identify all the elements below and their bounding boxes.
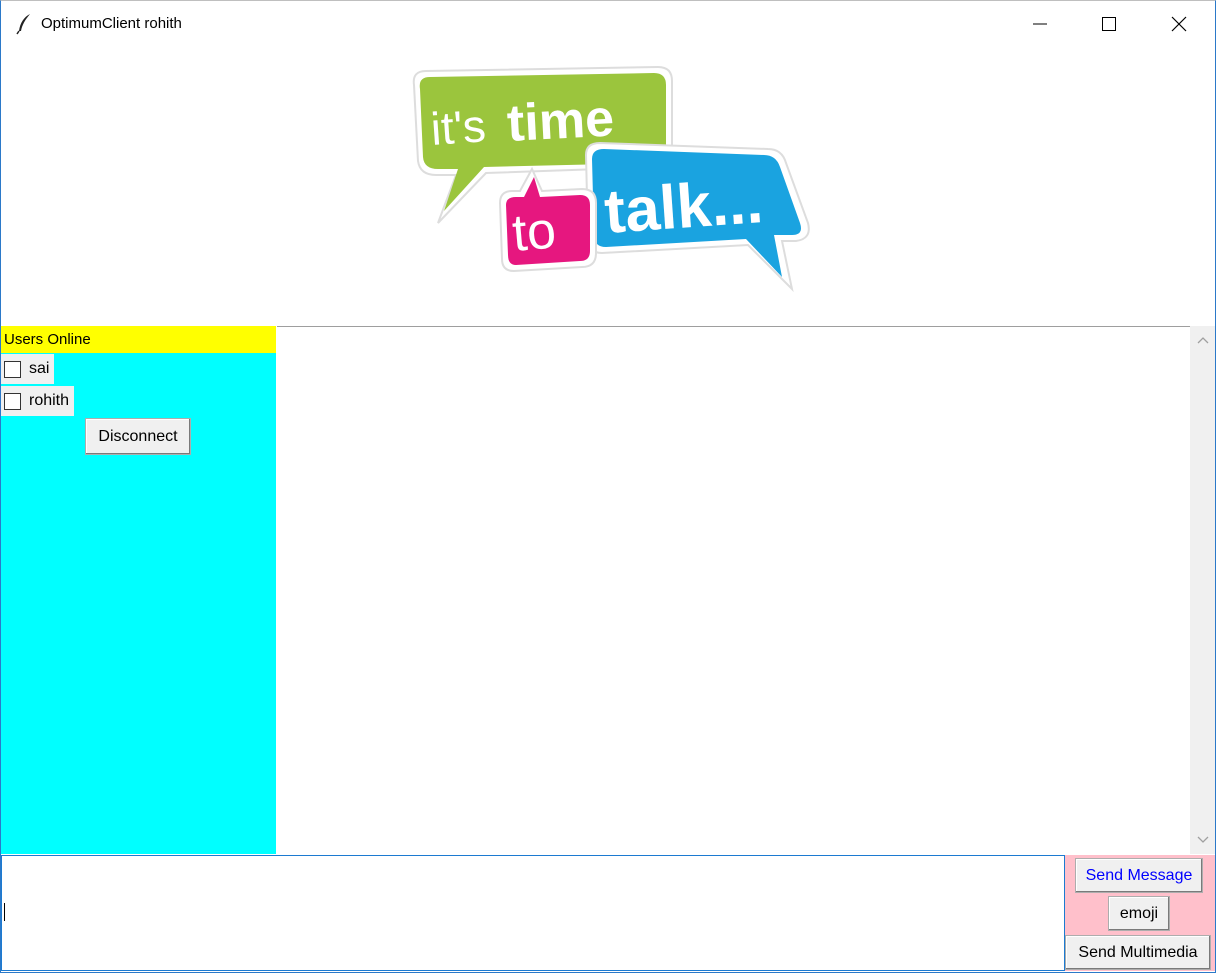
its-time-to-talk-logo: it's time talk... to [396, 63, 816, 298]
scroll-down-button[interactable] [1190, 830, 1215, 850]
chat-scrollbar[interactable] [1190, 326, 1215, 854]
user-checkbox[interactable] [4, 392, 21, 410]
scroll-up-button[interactable] [1190, 330, 1215, 350]
users-online-panel: Users Online sai rohith Disconnect [1, 326, 276, 854]
title-bar[interactable]: OptimumClient rohith [1, 1, 1215, 48]
maximize-button[interactable] [1075, 1, 1143, 47]
send-message-button[interactable]: Send Message [1075, 858, 1203, 893]
user-item-sai[interactable]: sai [1, 354, 55, 384]
logo-text-to: to [510, 201, 558, 263]
close-button[interactable] [1145, 1, 1213, 47]
logo-text-talk: talk... [602, 167, 765, 247]
user-label: rohith [29, 392, 70, 409]
user-item-rohith[interactable]: rohith [1, 386, 75, 416]
chat-message-area[interactable] [277, 326, 1191, 854]
maximize-icon [1102, 17, 1116, 31]
user-checkbox[interactable] [4, 360, 21, 378]
text-caret [4, 903, 5, 921]
app-window: OptimumClient rohith it's time talk... t… [0, 0, 1216, 973]
minimize-icon [1033, 23, 1047, 25]
user-label: sai [29, 360, 50, 377]
logo-text-its: it's [429, 99, 487, 155]
minimize-button[interactable] [1006, 1, 1074, 47]
message-input[interactable] [1, 855, 1065, 971]
disconnect-button[interactable]: Disconnect [85, 418, 191, 455]
window-title: OptimumClient rohith [41, 15, 182, 32]
users-online-header: Users Online [1, 326, 276, 353]
feather-icon [16, 14, 30, 35]
close-icon [1171, 16, 1187, 32]
actions-panel: Send Message emoji Send Multimedia [1065, 855, 1215, 971]
send-multimedia-button[interactable]: Send Multimedia [1065, 935, 1211, 970]
chevron-up-icon [1197, 337, 1208, 344]
chevron-down-icon [1197, 836, 1208, 843]
emoji-button[interactable]: emoji [1108, 896, 1170, 931]
